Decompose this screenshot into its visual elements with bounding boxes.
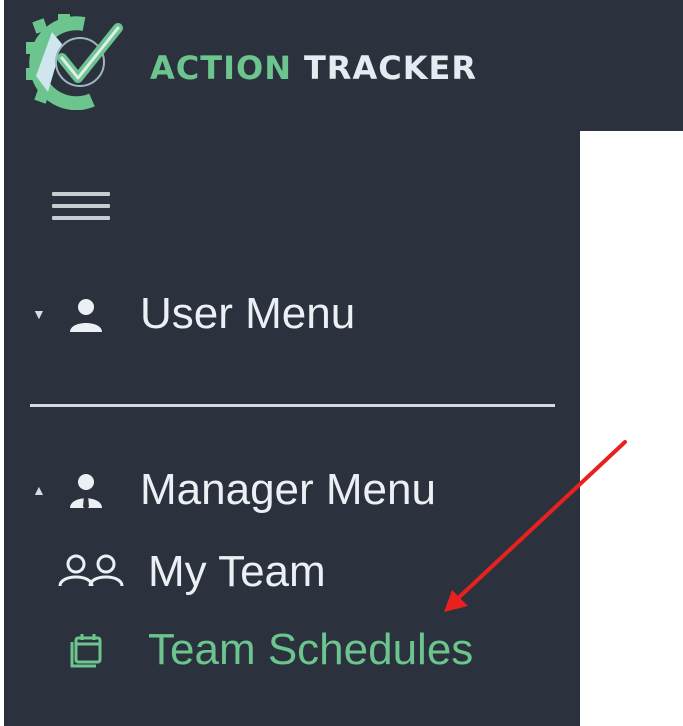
caret-down-icon: ▼ [32, 306, 46, 322]
header-bar: ACTION TRACKER [4, 0, 683, 131]
sidebar-section-manager-menu[interactable]: ▲ Manager Menu [32, 464, 436, 516]
action-tracker-logo-icon [26, 14, 123, 110]
sidebar-section-label: User Menu [140, 289, 356, 338]
app-root: ACTION TRACKER ▼ User Menu ▲ Manager Men… [0, 0, 683, 726]
user-icon [70, 299, 102, 332]
sidebar-section-label: Manager Menu [140, 465, 436, 514]
app-brand[interactable]: ACTION TRACKER [150, 48, 477, 88]
team-icon [58, 554, 124, 587]
main-content [580, 131, 683, 726]
hamburger-menu-icon[interactable] [52, 188, 112, 228]
brand-word-tracker: TRACKER [303, 49, 477, 87]
sidebar-item-label: My Team [148, 547, 326, 596]
manager-icon [70, 474, 102, 509]
sidebar-item-team-schedules[interactable]: Team Schedules [70, 624, 473, 676]
sidebar-divider [30, 404, 555, 407]
brand-word-action: ACTION [150, 49, 292, 87]
sidebar-item-my-team[interactable]: My Team [56, 546, 326, 598]
calendar-icon [70, 634, 102, 668]
caret-up-icon: ▲ [32, 482, 46, 498]
sidebar-item-label: Team Schedules [148, 625, 474, 674]
sidebar-section-user-menu[interactable]: ▼ User Menu [32, 288, 355, 340]
